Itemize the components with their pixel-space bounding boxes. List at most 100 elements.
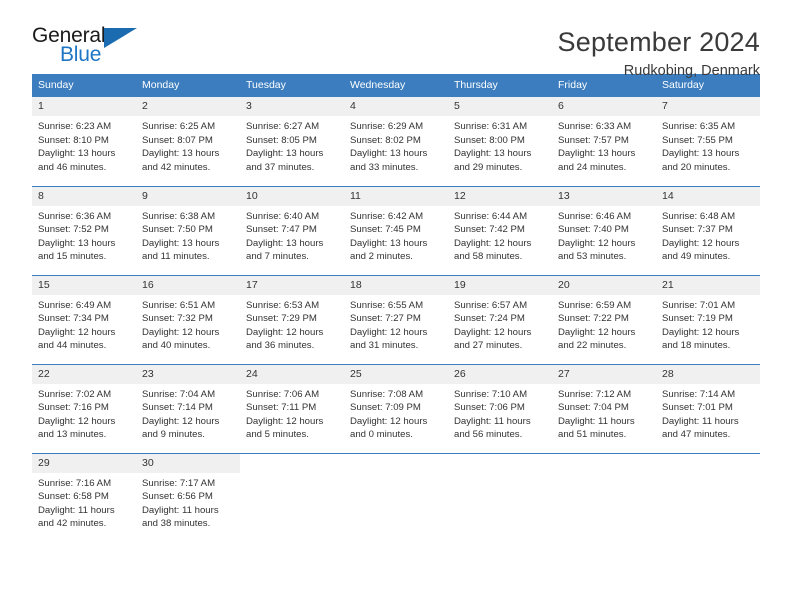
calendar-day-cell[interactable]: 28 Sunrise: 7:14 AM Sunset: 7:01 PM Dayligh… xyxy=(656,363,760,453)
calendar-day-cell[interactable]: 5 Sunrise: 6:31 AM Sunset: 8:00 PM Daylight… xyxy=(448,97,552,186)
sunrise-text: Sunrise: 6:25 AM xyxy=(142,121,216,132)
day-details: Sunrise: 6:46 AM Sunset: 7:40 PM Daylight:… xyxy=(552,206,656,264)
calendar-day-cell[interactable]: 7 Sunrise: 6:35 AM Sunset: 7:55 PM Daylight… xyxy=(656,97,760,186)
page-header: General Blue September 2024 Rudkobing, D… xyxy=(32,0,760,79)
calendar-day-cell[interactable]: 25 Sunrise: 7:08 AM Sunset: 7:09 PM Dayligh… xyxy=(344,363,448,453)
sunset-text: Sunset: 7:40 PM xyxy=(558,224,629,236)
sunset-text: Sunset: 8:02 PM xyxy=(350,134,421,146)
day-number: 5 xyxy=(448,97,552,116)
sunrise-text: Sunrise: 6:55 AM xyxy=(350,299,424,311)
calendar-day-cell[interactable]: 20 Sunrise: 6:59 AM Sunset: 7:22 PM Dayligh… xyxy=(552,274,656,364)
calendar-day-cell[interactable]: 12 Sunrise: 6:44 AM Sunset: 7:42 PM Dayligh… xyxy=(448,185,552,275)
sunset-text: Sunset: 7:34 PM xyxy=(38,313,109,325)
sunset-text: Sunset: 6:56 PM xyxy=(142,491,213,503)
calendar-day-cell[interactable]: 21 Sunrise: 7:01 AM Sunset: 7:19 PM Dayligh… xyxy=(656,274,760,364)
sunrise-text: Sunrise: 6:36 AM xyxy=(38,210,112,222)
calendar-day-cell[interactable]: 22 Sunrise: 7:02 AM Sunset: 7:16 PM Dayligh… xyxy=(32,363,136,453)
sunrise-text: Sunrise: 6:48 AM xyxy=(662,210,736,222)
calendar-day-cell[interactable]: 29 Sunrise: 7:16 AM Sunset: 6:58 PM Dayligh… xyxy=(32,452,136,542)
daylight-text-line2: and 40 minutes. xyxy=(142,340,211,352)
daylight-text-line2: and 53 minutes. xyxy=(558,251,627,263)
sunset-text: Sunset: 7:32 PM xyxy=(142,313,213,325)
daylight-text-line1: Daylight: 13 hours xyxy=(246,148,324,160)
daylight-text-line2: and 31 minutes. xyxy=(350,340,419,352)
daylight-text-line1: Daylight: 13 hours xyxy=(350,237,428,249)
daylight-text-line1: Daylight: 11 hours xyxy=(454,415,531,427)
day-details: Sunrise: 6:36 AM Sunset: 7:52 PM Daylight:… xyxy=(32,206,136,264)
calendar-day-cell[interactable]: 30 Sunrise: 7:17 AM Sunset: 6:56 PM Dayligh… xyxy=(136,452,240,542)
sunrise-text: Sunrise: 7:01 AM xyxy=(662,299,736,311)
daylight-text-line2: and 42 minutes. xyxy=(142,161,211,173)
sunset-text: Sunset: 8:10 PM xyxy=(38,134,109,146)
calendar-day-cell[interactable]: 18 Sunrise: 6:55 AM Sunset: 7:27 PM Dayligh… xyxy=(344,274,448,364)
calendar-day-cell[interactable]: 10 Sunrise: 6:40 AM Sunset: 7:47 PM Dayligh… xyxy=(240,185,344,275)
calendar-day-cell[interactable]: 1 Sunrise: 6:23 AM Sunset: 8:10 PM Daylight… xyxy=(32,97,136,186)
sunrise-text: Sunrise: 6:46 AM xyxy=(558,210,632,222)
calendar-day-cell[interactable]: 3 Sunrise: 6:27 AM Sunset: 8:05 PM Daylight… xyxy=(240,97,344,186)
sunset-text: Sunset: 7:52 PM xyxy=(38,224,109,236)
sunrise-text: Sunrise: 7:17 AM xyxy=(142,477,216,489)
calendar-page: General Blue September 2024 Rudkobing, D… xyxy=(0,0,792,612)
daylight-text-line1: Daylight: 12 hours xyxy=(454,326,532,338)
day-number: 30 xyxy=(136,453,240,473)
general-blue-logo[interactable]: General Blue xyxy=(32,24,152,70)
calendar-day-cell[interactable]: 16 Sunrise: 6:51 AM Sunset: 7:32 PM Dayligh… xyxy=(136,274,240,364)
calendar-week-row: 1 Sunrise: 6:23 AM Sunset: 8:10 PM Daylight… xyxy=(32,97,760,186)
sunset-text: Sunset: 7:11 PM xyxy=(246,402,317,414)
day-number: 13 xyxy=(552,186,656,206)
calendar-day-cell[interactable]: 4 Sunrise: 6:29 AM Sunset: 8:02 PM Daylight… xyxy=(344,97,448,186)
day-details: Sunrise: 6:55 AM Sunset: 7:27 PM Daylight:… xyxy=(344,295,448,353)
daylight-text-line2: and 51 minutes. xyxy=(558,429,627,441)
daylight-text-line2: and 42 minutes. xyxy=(38,518,107,530)
sunset-text: Sunset: 7:57 PM xyxy=(558,134,629,146)
daylight-text-line2: and 24 minutes. xyxy=(558,161,627,173)
calendar-day-cell-empty xyxy=(552,452,656,542)
calendar-day-cell[interactable]: 6 Sunrise: 6:33 AM Sunset: 7:57 PM Daylight… xyxy=(552,97,656,186)
daylight-text-line1: Daylight: 12 hours xyxy=(558,326,636,338)
daylight-text-line1: Daylight: 13 hours xyxy=(38,237,116,249)
daylight-text-line1: Daylight: 13 hours xyxy=(142,237,220,249)
day-details: Sunrise: 6:25 AM Sunset: 8:07 PM Daylight:… xyxy=(136,116,240,174)
sunrise-text: Sunrise: 6:59 AM xyxy=(558,299,632,311)
calendar-day-cell[interactable]: 11 Sunrise: 6:42 AM Sunset: 7:45 PM Dayligh… xyxy=(344,185,448,275)
calendar-day-cell[interactable]: 2 Sunrise: 6:25 AM Sunset: 8:07 PM Daylight… xyxy=(136,97,240,186)
calendar-day-cell[interactable]: 13 Sunrise: 6:46 AM Sunset: 7:40 PM Dayligh… xyxy=(552,185,656,275)
sunrise-text: Sunrise: 6:49 AM xyxy=(38,299,112,311)
calendar-week-row: 22 Sunrise: 7:02 AM Sunset: 7:16 PM Dayligh… xyxy=(32,363,760,453)
day-number: 29 xyxy=(32,453,136,473)
title-block: September 2024 Rudkobing, Denmark xyxy=(558,24,760,81)
calendar-day-cell[interactable]: 23 Sunrise: 7:04 AM Sunset: 7:14 PM Dayligh… xyxy=(136,363,240,453)
calendar-day-cell[interactable]: 9 Sunrise: 6:38 AM Sunset: 7:50 PM Daylight… xyxy=(136,185,240,275)
calendar-day-cell[interactable]: 19 Sunrise: 6:57 AM Sunset: 7:24 PM Dayligh… xyxy=(448,274,552,364)
day-number: 24 xyxy=(240,364,344,384)
day-number: 9 xyxy=(136,186,240,206)
daylight-text-line2: and 36 minutes. xyxy=(246,340,315,352)
day-number: 10 xyxy=(240,186,344,206)
day-details: Sunrise: 6:38 AM Sunset: 7:50 PM Daylight:… xyxy=(136,206,240,264)
daylight-text-line2: and 22 minutes. xyxy=(558,340,627,352)
day-number: 6 xyxy=(552,97,656,116)
daylight-text-line2: and 11 minutes. xyxy=(142,251,210,263)
day-details: Sunrise: 6:53 AM Sunset: 7:29 PM Daylight:… xyxy=(240,295,344,353)
calendar-day-cell[interactable]: 24 Sunrise: 7:06 AM Sunset: 7:11 PM Dayligh… xyxy=(240,363,344,453)
calendar-day-cell[interactable]: 27 Sunrise: 7:12 AM Sunset: 7:04 PM Dayligh… xyxy=(552,363,656,453)
sunrise-text: Sunrise: 6:35 AM xyxy=(662,121,736,132)
sunset-text: Sunset: 7:09 PM xyxy=(350,402,421,414)
calendar-day-cell[interactable]: 15 Sunrise: 6:49 AM Sunset: 7:34 PM Dayligh… xyxy=(32,274,136,364)
daylight-text-line1: Daylight: 12 hours xyxy=(350,326,428,338)
calendar-day-cell[interactable]: 17 Sunrise: 6:53 AM Sunset: 7:29 PM Dayligh… xyxy=(240,274,344,364)
sunrise-text: Sunrise: 6:23 AM xyxy=(38,121,112,132)
day-number xyxy=(656,453,760,460)
calendar-day-cell[interactable]: 14 Sunrise: 6:48 AM Sunset: 7:37 PM Dayligh… xyxy=(656,185,760,275)
day-details: Sunrise: 6:29 AM Sunset: 8:02 PM Daylight:… xyxy=(344,116,448,174)
daylight-text-line2: and 13 minutes. xyxy=(38,429,107,441)
calendar-day-cell[interactable]: 26 Sunrise: 7:10 AM Sunset: 7:06 PM Dayligh… xyxy=(448,363,552,453)
day-details: Sunrise: 6:57 AM Sunset: 7:24 PM Daylight:… xyxy=(448,295,552,353)
day-details: Sunrise: 7:02 AM Sunset: 7:16 PM Daylight:… xyxy=(32,384,136,442)
day-details: Sunrise: 7:10 AM Sunset: 7:06 PM Daylight:… xyxy=(448,384,552,442)
calendar-day-cell[interactable]: 8 Sunrise: 6:36 AM Sunset: 7:52 PM Daylight… xyxy=(32,185,136,275)
daylight-text-line2: and 5 minutes. xyxy=(246,429,309,441)
sunrise-text: Sunrise: 7:10 AM xyxy=(454,388,528,400)
sunset-text: Sunset: 7:47 PM xyxy=(246,224,317,236)
day-details: Sunrise: 7:06 AM Sunset: 7:11 PM Daylight:… xyxy=(240,384,344,442)
